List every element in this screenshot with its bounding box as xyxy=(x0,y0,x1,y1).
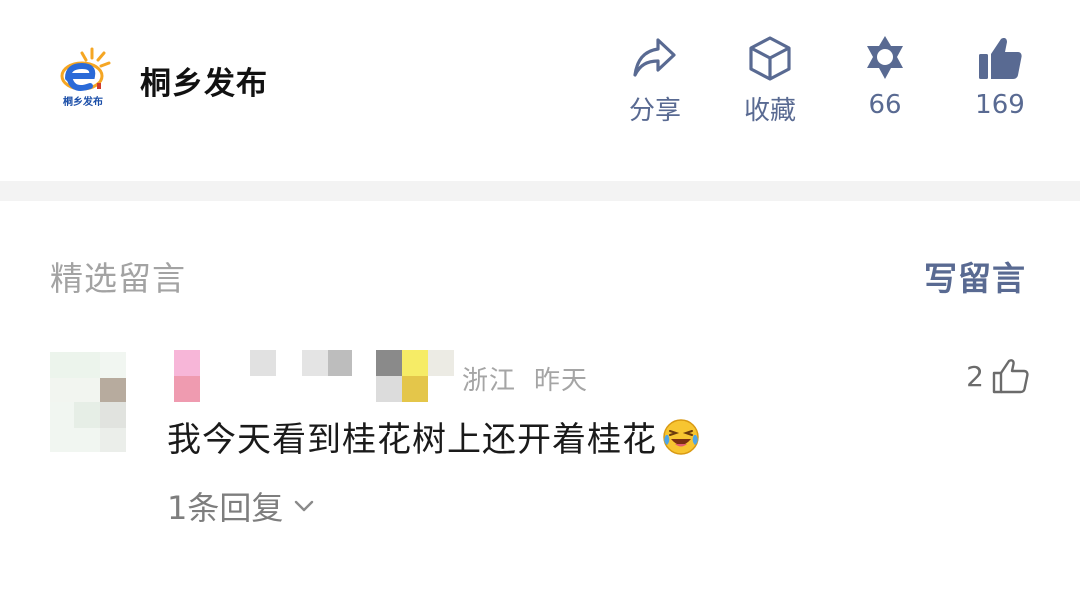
comment-location: 浙江 xyxy=(462,366,517,396)
collect-button[interactable]: 收藏 xyxy=(725,34,815,127)
collect-label: 收藏 xyxy=(743,96,796,126)
share-icon xyxy=(633,38,676,77)
thumbs-up-icon xyxy=(979,38,1022,79)
replies-count-label: 1条回复 xyxy=(167,489,284,527)
article-toolbar: 桐乡发布 桐乡发布 分享 收藏 66 169 xyxy=(0,0,1080,180)
logo-icon: 桐乡发布 xyxy=(60,47,111,108)
comment-like-button[interactable]: 2 xyxy=(966,356,1030,396)
comment-text: 我今天看到桂花树上还开着桂花 xyxy=(167,420,657,460)
chevron-down-icon xyxy=(295,500,314,512)
commenter-nickname[interactable] xyxy=(174,350,464,402)
comment-time: 昨天 xyxy=(534,366,589,396)
thumbs-up-outline-icon xyxy=(992,359,1029,394)
view-replies-button[interactable]: 1条回复 xyxy=(167,483,315,529)
share-button[interactable]: 分享 xyxy=(610,34,700,127)
like-count: 169 xyxy=(975,90,1025,120)
laughing-crying-emoji-icon xyxy=(663,418,699,455)
featured-comments-title: 精选留言 xyxy=(50,259,186,298)
account-name[interactable]: 桐乡发布 xyxy=(140,58,268,103)
collect-icon xyxy=(749,36,791,81)
account-logo[interactable]: 桐乡发布 xyxy=(52,44,114,114)
wow-button[interactable]: 66 xyxy=(840,34,930,120)
wow-icon xyxy=(867,36,903,79)
logo-text: 桐乡发布 xyxy=(63,95,103,108)
write-comment-link[interactable]: 写留言 xyxy=(924,252,1026,300)
share-label: 分享 xyxy=(628,96,681,126)
comment-body: 我今天看到桂花树上还开着桂花 xyxy=(167,412,701,461)
comment-meta: 浙江 昨天 xyxy=(462,360,588,397)
section-divider xyxy=(0,181,1080,201)
like-button[interactable]: 169 xyxy=(955,34,1045,120)
comment-like-count: 2 xyxy=(966,359,984,393)
wow-count: 66 xyxy=(868,90,902,120)
commenter-avatar[interactable] xyxy=(50,352,126,452)
